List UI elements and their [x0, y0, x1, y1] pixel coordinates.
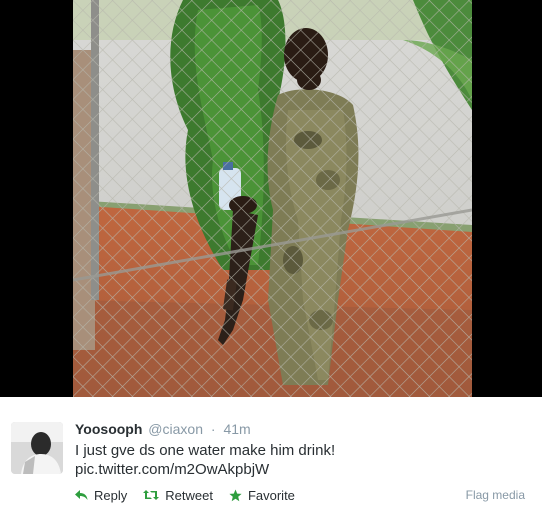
separator-dot: · [210, 421, 216, 437]
retweet-icon [143, 490, 160, 500]
star-icon [229, 489, 242, 501]
media-link[interactable]: pic.twitter.com/m2OwAkpbjW [75, 460, 269, 480]
flag-media-link[interactable]: Flag media [466, 486, 525, 504]
tweet-photo[interactable] [73, 0, 472, 397]
favorite-button[interactable]: Favorite [229, 488, 295, 503]
reply-button[interactable]: Reply [75, 488, 127, 503]
tweet-header: Yoosooph @ciaxon · 41m [75, 420, 251, 438]
media-viewer [0, 0, 542, 397]
avatar[interactable] [11, 422, 63, 474]
tweet-text: I just gve ds one water make him drink! [75, 442, 336, 459]
retweet-button[interactable]: Retweet [143, 488, 213, 503]
favorite-label: Favorite [247, 487, 295, 503]
avatar-image-icon [11, 422, 63, 474]
reply-icon [75, 490, 88, 500]
tweet-card: Yoosooph @ciaxon · 41m I just gve ds one… [0, 397, 542, 522]
tweet-actions: Reply Retweet Favorite [75, 486, 311, 504]
display-name[interactable]: Yoosooph [75, 421, 142, 437]
user-handle[interactable]: @ciaxon [148, 421, 203, 437]
retweet-label: Retweet [165, 487, 213, 503]
tweet-timestamp[interactable]: 41m [223, 421, 250, 437]
reply-label: Reply [94, 487, 128, 503]
